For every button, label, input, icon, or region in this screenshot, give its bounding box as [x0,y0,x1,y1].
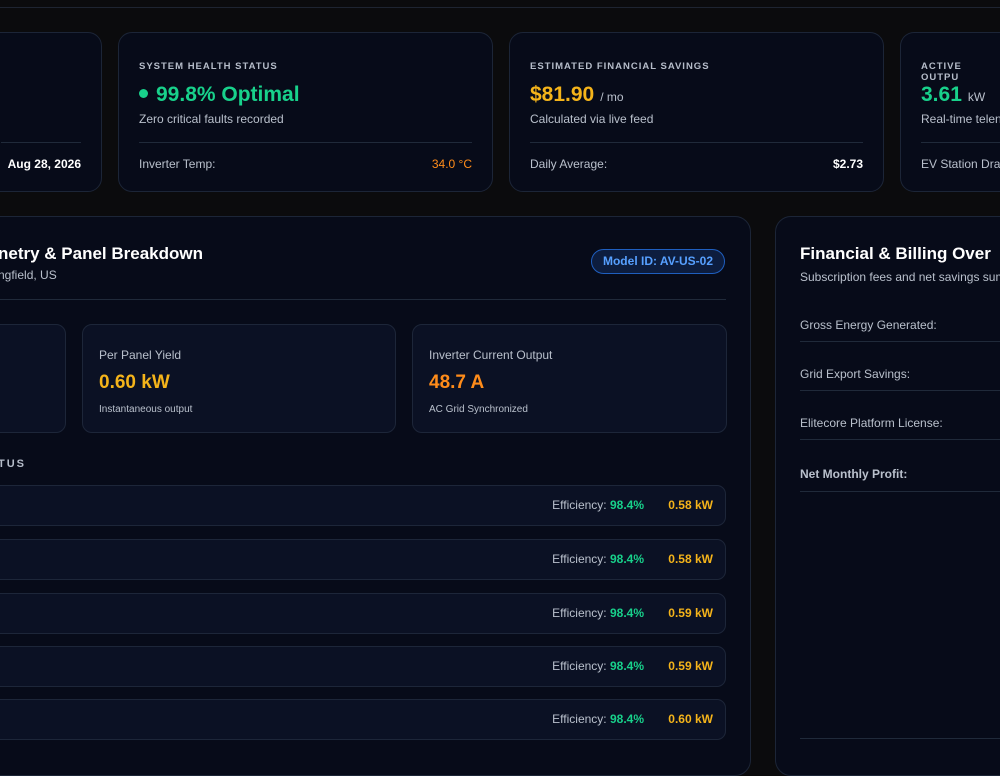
panel-output: 0.58 kW [668,498,713,512]
kpi-divider [139,142,472,143]
efficiency-value: 98.4% [609,498,644,512]
panel-row[interactable]: Efficiency: 98.4% 0.60 kW [0,699,726,740]
efficiency-label: Efficiency: [552,712,607,726]
panel-row[interactable]: Efficiency: 98.4% 0.58 kW [0,485,726,526]
panel-output: 0.59 kW [668,659,713,673]
savings-value: $81.90 [530,83,595,106]
panel-status-heading: TUS [0,458,26,470]
active-output-value: 3.61 [921,83,962,106]
kpi-date-value: Aug 28, 2026 [7,157,81,171]
kpi-value: 99.8% Optimal [139,83,300,107]
status-dot-icon [139,88,148,98]
panel-row[interactable]: Efficiency: 98.4% 0.59 kW [0,646,726,687]
kpi-label: ACTIVE OUTPU [921,61,962,83]
metric-subtext: Instantaneous output [99,404,193,415]
platform-license-label: Elitecore Platform License: [800,416,943,430]
gross-energy-label: Gross Energy Generated: [800,318,937,332]
grid-export-label: Grid Export Savings: [800,367,911,381]
financial-bottom-divider [800,738,1000,739]
efficiency-label: Efficiency: [552,659,607,673]
financial-title: Financial & Billing Over [800,244,991,263]
financial-panel [775,216,1000,776]
ev-station-label: EV Station Dra [921,157,1000,171]
kpi-subtext: Zero critical faults recorded [139,112,284,126]
financial-subtitle: Subscription fees and net savings sum [800,270,1000,284]
metric-label: Per Panel Yield [99,348,182,362]
top-divider [0,0,1000,8]
panel-output: 0.58 kW [668,552,713,566]
panel-output: 0.59 kW [668,606,713,620]
active-output-unit: kW [967,90,986,104]
panel-efficiency: Efficiency: 98.4% [552,498,644,512]
efficiency-value: 98.4% [609,712,644,726]
kpi-label: SYSTEM HEALTH STATUS [139,61,278,72]
kpi-card-partial: Aug 28, 2026 [0,32,102,192]
efficiency-value: 98.4% [609,659,644,673]
efficiency-value: 98.4% [609,552,644,566]
telemetry-divider [0,299,726,300]
kpi-value: 3.61 kW [921,83,985,107]
inverter-temp-value: 34.0 °C [431,157,472,171]
financial-divider [800,341,1000,342]
efficiency-label: Efficiency: [552,552,607,566]
panel-row[interactable]: Efficiency: 98.4% 0.58 kW [0,539,726,580]
kpi-card-financial-savings: ESTIMATED FINANCIAL SAVINGS $81.90 / mo C… [509,32,884,192]
kpi-label: ESTIMATED FINANCIAL SAVINGS [530,61,710,72]
kpi-divider [1,142,81,143]
kpi-subtext: Real-time telen [921,112,1000,126]
metric-value: 48.7 A [429,372,485,393]
panel-efficiency: Efficiency: 98.4% [552,659,644,673]
financial-divider [800,390,1000,391]
panel-row[interactable]: Efficiency: 98.4% 0.59 kW [0,593,726,634]
net-profit-label: Net Monthly Profit: [800,467,908,481]
efficiency-label: Efficiency: [552,498,607,512]
panel-efficiency: Efficiency: 98.4% [552,552,644,566]
kpi-divider [530,142,863,143]
daily-average-value: $2.73 [832,157,863,171]
kpi-subtext: Calculated via live feed [530,112,654,126]
panel-efficiency: Efficiency: 98.4% [552,606,644,620]
metric-value: 0.60 kW [99,372,170,393]
metric-subtext: AC Grid Synchronized [429,404,528,415]
kpi-card-active-output: ACTIVE OUTPU 3.61 kW Real-time telen EV S… [900,32,1000,192]
daily-average-label: Daily Average: [530,157,608,171]
metric-label: Inverter Current Output [429,348,553,362]
telemetry-location: ngfield, US [0,268,57,282]
health-status-value: 99.8% Optimal [156,83,300,106]
kpi-card-system-health: SYSTEM HEALTH STATUS 99.8% Optimal Zero … [118,32,493,192]
metric-card-per-panel-yield: Per Panel Yield 0.60 kW Instantaneous ou… [82,324,396,433]
metric-card-partial [0,324,66,433]
model-id-badge: Model ID: AV-US-02 [591,249,725,274]
savings-unit: / mo [600,90,624,104]
panel-output: 0.60 kW [668,712,713,726]
panel-efficiency: Efficiency: 98.4% [552,712,644,726]
inverter-temp-label: Inverter Temp: [139,157,216,171]
financial-divider [800,491,1000,492]
metric-card-inverter-output: Inverter Current Output 48.7 A AC Grid S… [412,324,727,433]
kpi-divider [921,142,1000,143]
efficiency-value: 98.4% [609,606,644,620]
kpi-value: $81.90 / mo [530,83,624,107]
telemetry-title: netry & Panel Breakdown [0,244,204,263]
efficiency-label: Efficiency: [552,606,607,620]
financial-divider [800,439,1000,440]
